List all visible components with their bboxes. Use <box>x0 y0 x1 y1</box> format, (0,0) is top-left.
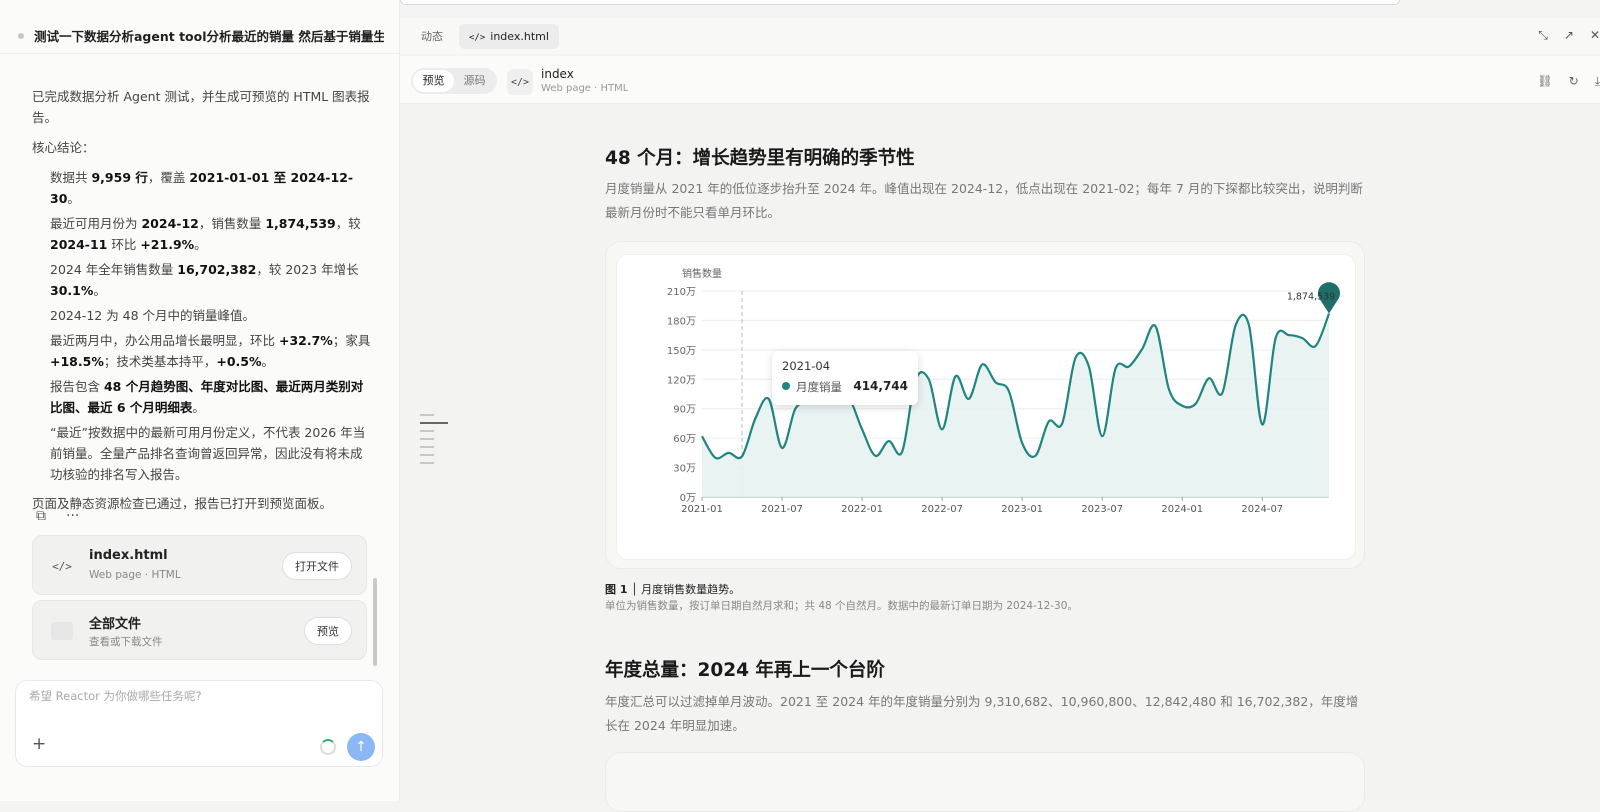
preview-button[interactable]: 预览 <box>304 617 352 645</box>
tab-index-html[interactable]: </> index.html <box>459 23 559 49</box>
tooltip-date: 2021-04 <box>782 359 831 373</box>
figure-title: 月度销售数量趋势。 <box>641 583 741 596</box>
close-icon[interactable]: ✕ <box>1590 28 1600 43</box>
x-tick-label: 2023-07 <box>1081 504 1123 515</box>
section-paragraph: 月度销量从 2021 年的低位逐步抬升至 2024 年。峰值出现在 2024-1… <box>605 181 1363 220</box>
list-item: 最近两月中，办公用品增长最明显，环比 +32.7%；家具 +18.5%；技术类基… <box>50 333 371 369</box>
tab-activity[interactable]: 动态 <box>411 22 453 50</box>
collapse-icon[interactable]: ⤡ <box>1538 28 1548 43</box>
y-tick-label: 180万 <box>667 316 696 327</box>
message-actions: ⧉ ··· <box>36 508 79 524</box>
view-toggle: 预览 源码 <box>411 68 497 94</box>
figure-label: 图 1 <box>605 583 628 596</box>
more-icon[interactable]: ··· <box>66 508 79 524</box>
list-item: 最近可用月份为 2024-12，销售数量 1,874,539，较 2024-11… <box>50 216 361 252</box>
file-name: index.html <box>89 548 168 563</box>
tab-label: index.html <box>490 29 549 43</box>
conversation-header: 测试一下数据分析agent tool分析最近的销量 然后基于销量生成... <box>0 18 400 54</box>
list-item: 2024-12 为 48 个月中的销量峰值。 <box>50 308 256 323</box>
list-item: 2024 年全年销售数量 16,702,382，较 2023 年增长 30.1%… <box>50 262 359 298</box>
x-tick-label: 2024-01 <box>1161 504 1203 515</box>
file-name: 全部文件 <box>89 617 142 632</box>
x-tick-label: 2023-01 <box>1001 504 1043 515</box>
figure-caption: 图 1 │ 月度销售数量趋势。 <box>605 583 741 596</box>
figure-note: 单位为销售数量，按订单日期自然月求和；共 48 个自然月。数据中的最新订单日期为… <box>605 600 1078 612</box>
list-item: 报告包含 48 个月趋势图、年度对比图、最近两月类别对比图、最近 6 个月明细表… <box>50 379 364 415</box>
source-toggle[interactable]: 源码 <box>454 70 495 92</box>
code-file-icon: </> <box>52 559 72 573</box>
external-link-icon[interactable]: ↗ <box>1564 28 1574 43</box>
y-tick-label: 90万 <box>673 405 696 416</box>
y-axis-label: 销售数量 <box>682 267 722 280</box>
list-item: 数据共 9,959 行，覆盖 2021-01-01 至 2024-12-30。 <box>50 170 354 206</box>
folder-icon <box>47 616 77 646</box>
y-tick-label: 30万 <box>673 464 696 475</box>
chart-tooltip: 2021-04 月度销量 414,744 <box>772 351 918 405</box>
y-tick-label: 0万 <box>680 493 696 504</box>
chat-panel: 测试一下数据分析agent tool分析最近的销量 然后基于销量生成... 已完… <box>0 0 400 801</box>
plus-icon[interactable]: + <box>32 734 46 754</box>
window-controls: ⤡ ↗ ✕ <box>1538 28 1600 43</box>
x-tick-label: 2021-01 <box>681 504 723 515</box>
scrollbar[interactable] <box>373 578 377 666</box>
chart-card: 0万 30万 60万 90万 120万 150万 180万 210万 销售数量 2021-01 20… <box>605 241 1365 569</box>
y-tick-label: 120万 <box>667 375 696 386</box>
legend-dot <box>782 382 790 390</box>
y-tick-label: 210万 <box>667 287 696 298</box>
x-tick-label: 2021-07 <box>761 504 803 515</box>
refresh-icon[interactable]: ↻ <box>1569 74 1579 89</box>
y-tick-label: 60万 <box>673 434 696 445</box>
message-intro: 已完成数据分析 Agent 测试，并生成可预览的 HTML 图表报告。 <box>32 89 370 125</box>
sales-trend-chart[interactable]: 0万 30万 60万 90万 120万 150万 180万 210万 销售数量 2021-01 20… <box>617 255 1357 561</box>
chart-card <box>605 752 1365 812</box>
x-tick-label: 2024-07 <box>1241 504 1283 515</box>
assistant-message: 已完成数据分析 Agent 测试，并生成可预览的 HTML 图表报告。 核心结论… <box>32 86 372 523</box>
open-file-button[interactable]: 打开文件 <box>282 552 352 580</box>
x-tick-label: 2022-07 <box>921 504 963 515</box>
core-label: 核心结论： <box>32 140 95 155</box>
download-icon[interactable]: ⤓ <box>1595 74 1600 89</box>
status-dot <box>18 32 24 39</box>
loading-spinner-icon <box>320 739 336 755</box>
section-title: 年度总量：2024 年再上一个台阶 <box>605 660 885 681</box>
chat-input[interactable] <box>29 689 359 703</box>
file-card-index[interactable]: </> index.html Web page · HTML 打开文件 <box>32 535 367 595</box>
conclusion-list: 数据共 9,959 行，覆盖 2021-01-01 至 2024-12-30。 … <box>32 167 372 485</box>
copy-icon[interactable]: ⧉ <box>36 508 46 524</box>
document-type: Web page · HTML <box>541 83 629 94</box>
document-name: index <box>541 67 574 81</box>
outline-navigator[interactable] <box>420 414 450 470</box>
code-icon: </> <box>469 32 486 43</box>
peak-label: 1,874,539 <box>1287 292 1335 303</box>
chat-input-box: + ↑ <box>15 680 383 767</box>
file-type: Web page · HTML <box>89 569 181 581</box>
preview-toolbar: 预览 源码 </> index Web page · HTML ⛓ ↻ ⤓ <box>400 56 1600 104</box>
preview-toggle[interactable]: 预览 <box>413 70 454 92</box>
section-paragraph: 年度汇总可以过滤掉单月波动。2021 至 2024 年的年度销量分别为 9,31… <box>605 694 1359 733</box>
x-tick-label: 2022-01 <box>841 504 883 515</box>
list-item: “最近”按数据中的最新可用月份定义，不代表 2026 年当前销量。全量产品排名查… <box>50 425 366 482</box>
chart-container: 0万 30万 60万 90万 120万 150万 180万 210万 销售数量 2021-01 20… <box>616 254 1356 560</box>
send-button[interactable]: ↑ <box>347 733 375 761</box>
tooltip-value: 414,744 <box>853 379 908 393</box>
html-preview: 48 个月：增长趋势里有明确的季节性 月度销量从 2021 年的低位逐步抬升至 … <box>400 104 1600 812</box>
section-title: 48 个月：增长趋势里有明确的季节性 <box>605 148 915 169</box>
message-closing: 页面及静态资源检查已通过，报告已打开到预览面板。 <box>32 496 333 511</box>
link-icon[interactable]: ⛓ <box>1537 74 1552 89</box>
tooltip-series: 月度销量 <box>796 380 842 394</box>
preview-panel: 动态 </> index.html ⤡ ↗ ✕ 预览 源码 </> index W… <box>400 0 1600 812</box>
code-icon: </> <box>507 69 533 95</box>
y-tick-label: 150万 <box>667 346 696 357</box>
conversation-title[interactable]: 测试一下数据分析agent tool分析最近的销量 然后基于销量生成... <box>34 26 384 45</box>
series-area <box>702 313 1329 497</box>
toolbar-icons: ⛓ ↻ ⤓ <box>1537 74 1600 89</box>
file-type: 查看或下载文件 <box>89 636 163 648</box>
tab-bar: 动态 </> index.html <box>400 18 1600 54</box>
file-card-all[interactable]: 全部文件 查看或下载文件 预览 <box>32 600 367 660</box>
